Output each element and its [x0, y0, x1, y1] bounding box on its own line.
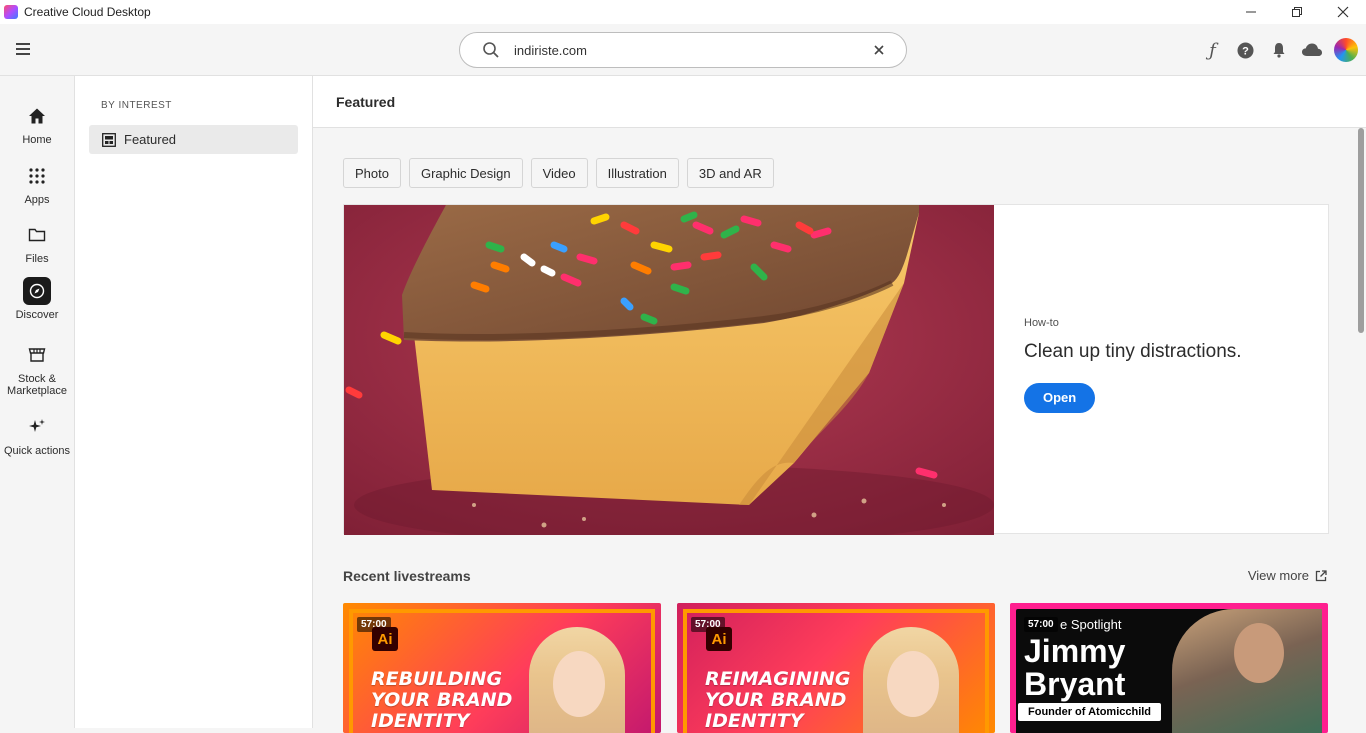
rail-label-marketplace: Marketplace: [7, 385, 67, 397]
minimize-button[interactable]: [1228, 0, 1274, 24]
hero-text-panel: How-to Clean up tiny distractions. Open: [1024, 317, 1314, 413]
rail-item-home[interactable]: Home: [0, 102, 74, 146]
app-header: indiriste.com ƒ ?: [0, 24, 1366, 76]
fonts-icon[interactable]: ƒ: [1196, 36, 1229, 64]
rail-label-apps: Apps: [24, 194, 50, 206]
stock-icon: [23, 341, 51, 369]
rail-label-stock: Stock &: [18, 373, 56, 385]
rail-label-discover: Discover: [15, 309, 59, 321]
featured-hero-card[interactable]: How-to Clean up tiny distractions. Open: [343, 204, 1329, 535]
menu-icon[interactable]: [16, 40, 36, 60]
card-headline: REIMAGINING YOUR BRAND IDENTITY: [705, 668, 851, 732]
illustrator-app-icon: Ai: [372, 627, 398, 651]
search-icon: [483, 42, 499, 58]
presenter-face: [887, 651, 939, 717]
livestreams-title: Recent livestreams: [343, 568, 471, 584]
guest-title: Founder of Atomicchild: [1018, 703, 1162, 721]
search-bar[interactable]: indiriste.com: [459, 32, 907, 68]
illustrator-app-icon: Ai: [706, 627, 732, 651]
guest-name: Jimmy Bryant: [1024, 633, 1126, 702]
hero-kicker: How-to: [1024, 317, 1059, 329]
page-title: Featured: [336, 94, 396, 110]
scrollbar[interactable]: [1358, 128, 1364, 728]
rail-item-stock[interactable]: Stock & Marketplace: [0, 341, 74, 397]
chip-3d-and-ar[interactable]: 3D and AR: [686, 158, 774, 188]
discover-icon: [23, 277, 51, 305]
view-more-link[interactable]: View more: [1248, 568, 1327, 583]
guest-face: [1234, 623, 1284, 683]
window-title: Creative Cloud Desktop: [24, 5, 151, 19]
header-actions: ƒ ?: [1196, 36, 1358, 64]
apps-grid-icon: [23, 162, 51, 190]
category-chips: Photo Graphic Design Video Illustration …: [343, 158, 782, 188]
main-header: Featured: [313, 76, 1366, 128]
rail-label-files: Files: [25, 253, 49, 265]
hero-headline: Clean up tiny distractions.: [1024, 341, 1242, 362]
duration-badge: 57:00: [1024, 617, 1058, 632]
view-more-label: View more: [1247, 568, 1309, 583]
spotlight-label: e Spotlight: [1060, 617, 1122, 632]
close-window-button[interactable]: [1320, 0, 1366, 24]
chip-photo[interactable]: Photo: [343, 158, 401, 188]
section-heading: BY INTEREST: [101, 100, 172, 111]
search-input[interactable]: indiriste.com: [514, 43, 870, 58]
livestream-cards: 57:00 Ai REBUILDING YOUR BRAND IDENTITY …: [343, 603, 1329, 733]
close-icon: [1337, 6, 1349, 18]
livestream-card[interactable]: 57:00 Ai REBUILDING YOUR BRAND IDENTITY: [343, 603, 661, 733]
chip-video[interactable]: Video: [530, 158, 588, 188]
minimize-icon: [1246, 11, 1256, 13]
restore-icon: [1292, 7, 1302, 17]
folder-icon: [23, 221, 51, 249]
featured-grid-icon: [102, 132, 116, 147]
main-content: Featured Photo Graphic Design Video Illu…: [313, 76, 1366, 733]
chip-graphic-design[interactable]: Graphic Design: [408, 158, 523, 188]
svg-text:?: ?: [1242, 45, 1249, 57]
rail-item-files[interactable]: Files: [0, 221, 74, 265]
rail-item-quick-actions[interactable]: Quick actions: [0, 413, 74, 457]
help-icon[interactable]: ?: [1229, 36, 1262, 64]
restore-button[interactable]: [1274, 0, 1320, 24]
notifications-icon[interactable]: [1262, 36, 1295, 64]
title-bar: Creative Cloud Desktop: [0, 0, 1366, 24]
rail-item-apps[interactable]: Apps: [0, 162, 74, 206]
sparkle-icon: [23, 413, 51, 441]
open-button[interactable]: Open: [1024, 383, 1096, 413]
scrollbar-thumb[interactable]: [1358, 128, 1364, 333]
home-icon: [23, 102, 51, 130]
presenter-face: [553, 651, 605, 717]
subnav-item-featured[interactable]: Featured: [89, 125, 298, 154]
window-controls: [1228, 0, 1366, 24]
avatar[interactable]: [1334, 38, 1358, 62]
chip-illustration[interactable]: Illustration: [595, 158, 679, 188]
livestream-card[interactable]: 57:00 Ai REIMAGINING YOUR BRAND IDENTITY: [677, 603, 995, 733]
cloud-icon[interactable]: [1295, 36, 1328, 64]
card-headline: REBUILDING YOUR BRAND IDENTITY: [371, 668, 513, 732]
subnav-item-label: Featured: [124, 132, 177, 147]
clear-search-button[interactable]: [870, 41, 888, 59]
clear-icon: [874, 45, 884, 55]
rail-item-discover[interactable]: Discover: [0, 277, 74, 321]
left-rail: Home Apps Files Discover Stock & Marketp…: [0, 76, 75, 728]
rail-label-quick-actions: Quick actions: [3, 445, 71, 457]
creative-cloud-logo-icon: [4, 5, 18, 19]
interest-sidebar: BY INTEREST Featured: [75, 76, 313, 728]
external-link-icon: [1315, 569, 1327, 581]
hero-image[interactable]: [344, 205, 994, 535]
livestream-card[interactable]: 57:00 e Spotlight Jimmy Bryant Founder o…: [1010, 603, 1328, 733]
rail-label-home: Home: [22, 134, 52, 146]
